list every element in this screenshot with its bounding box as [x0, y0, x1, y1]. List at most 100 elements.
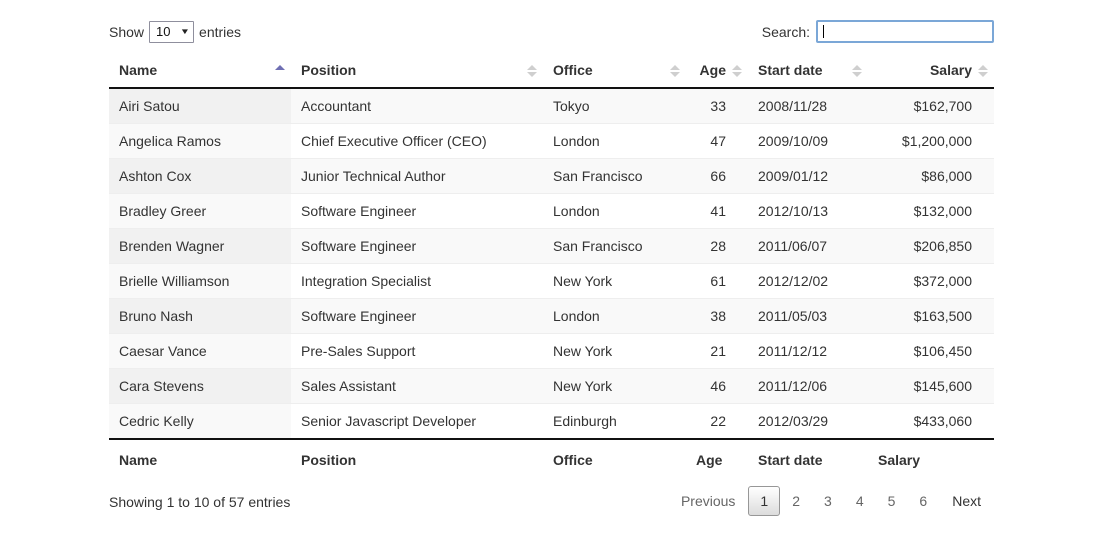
cell-name: Bruno Nash — [109, 299, 291, 334]
cell-position: Sales Assistant — [291, 369, 543, 404]
search-control: Search: — [762, 20, 994, 43]
table-row: Cedric KellySenior Javascript DeveloperE… — [109, 404, 994, 440]
column-header-age[interactable]: Age — [686, 54, 748, 88]
pagination: Previous 123456 Next — [668, 486, 994, 516]
column-header-salary-label: Salary — [930, 62, 972, 78]
cell-name: Brielle Williamson — [109, 264, 291, 299]
cell-start-date: 2012/03/29 — [748, 404, 868, 440]
cell-position: Software Engineer — [291, 194, 543, 229]
table-body: Airi SatouAccountantTokyo332008/11/28$16… — [109, 88, 994, 439]
column-header-age-label: Age — [700, 62, 726, 78]
cell-office: London — [543, 124, 686, 159]
footer-row: Name Position Office Age Start date Sala… — [109, 439, 994, 478]
pagination-page-4[interactable]: 4 — [844, 486, 876, 516]
cell-start-date: 2009/01/12 — [748, 159, 868, 194]
pagination-page-3[interactable]: 3 — [812, 486, 844, 516]
employees-table: Name Position Office Age — [109, 54, 994, 478]
cell-position: Software Engineer — [291, 299, 543, 334]
search-label: Search: — [762, 24, 810, 40]
page-length-select[interactable]: 10 ▼ — [149, 21, 194, 43]
cell-position: Chief Executive Officer (CEO) — [291, 124, 543, 159]
table-row: Brielle WilliamsonIntegration Specialist… — [109, 264, 994, 299]
chevron-down-icon: ▼ — [180, 28, 190, 36]
page-length-control: Show 10 ▼ entries — [109, 21, 241, 43]
cell-salary: $206,850 — [868, 229, 994, 264]
cell-name: Cara Stevens — [109, 369, 291, 404]
cell-start-date: 2008/11/28 — [748, 88, 868, 124]
cell-office: San Francisco — [543, 159, 686, 194]
cell-position: Pre-Sales Support — [291, 334, 543, 369]
pagination-next[interactable]: Next — [939, 486, 994, 516]
sort-none-icon — [978, 65, 988, 77]
cell-name: Caesar Vance — [109, 334, 291, 369]
cell-name: Cedric Kelly — [109, 404, 291, 440]
cell-office: New York — [543, 334, 686, 369]
cell-position: Senior Javascript Developer — [291, 404, 543, 440]
cell-salary: $86,000 — [868, 159, 994, 194]
table-row: Ashton CoxJunior Technical AuthorSan Fra… — [109, 159, 994, 194]
datatable-wrapper: Show 10 ▼ entries Search: — [109, 18, 994, 526]
table-head: Name Position Office Age — [109, 54, 994, 88]
table-row: Caesar VancePre-Sales SupportNew York212… — [109, 334, 994, 369]
cell-position: Junior Technical Author — [291, 159, 543, 194]
pagination-page-1[interactable]: 1 — [748, 486, 780, 516]
column-header-name[interactable]: Name — [109, 54, 291, 88]
column-header-office-label: Office — [553, 62, 593, 78]
pagination-page-2[interactable]: 2 — [780, 486, 812, 516]
page-length-value: 10 — [156, 22, 170, 42]
cell-start-date: 2012/12/02 — [748, 264, 868, 299]
cell-salary: $1,200,000 — [868, 124, 994, 159]
cell-office: San Francisco — [543, 229, 686, 264]
sort-none-icon — [527, 65, 537, 77]
cell-age: 61 — [686, 264, 748, 299]
cell-office: London — [543, 299, 686, 334]
cell-start-date: 2011/12/12 — [748, 334, 868, 369]
datatable-footer: Showing 1 to 10 of 57 entries Previous 1… — [109, 486, 994, 526]
search-input[interactable] — [816, 20, 994, 43]
datatable-page: Show 10 ▼ entries Search: — [0, 0, 1103, 554]
column-header-office[interactable]: Office — [543, 54, 686, 88]
cell-age: 38 — [686, 299, 748, 334]
column-header-start-date[interactable]: Start date — [748, 54, 868, 88]
cell-start-date: 2009/10/09 — [748, 124, 868, 159]
cell-salary: $106,450 — [868, 334, 994, 369]
pagination-previous[interactable]: Previous — [668, 486, 748, 516]
cell-salary: $132,000 — [868, 194, 994, 229]
cell-age: 46 — [686, 369, 748, 404]
cell-age: 28 — [686, 229, 748, 264]
column-header-position[interactable]: Position — [291, 54, 543, 88]
cell-age: 41 — [686, 194, 748, 229]
cell-age: 22 — [686, 404, 748, 440]
cell-salary: $163,500 — [868, 299, 994, 334]
cell-office: New York — [543, 264, 686, 299]
table-foot: Name Position Office Age Start date Sala… — [109, 439, 994, 478]
text-caret — [823, 25, 824, 38]
cell-position: Accountant — [291, 88, 543, 124]
cell-age: 66 — [686, 159, 748, 194]
sort-none-icon — [670, 65, 680, 77]
cell-office: London — [543, 194, 686, 229]
footer-cell-office: Office — [543, 439, 686, 478]
pagination-numbers: 123456 — [748, 486, 939, 516]
column-header-salary[interactable]: Salary — [868, 54, 994, 88]
pagination-page-6[interactable]: 6 — [907, 486, 939, 516]
cell-start-date: 2011/12/06 — [748, 369, 868, 404]
cell-name: Brenden Wagner — [109, 229, 291, 264]
page-length-label: Show 10 ▼ entries — [109, 21, 241, 43]
cell-name: Angelica Ramos — [109, 124, 291, 159]
cell-salary: $372,000 — [868, 264, 994, 299]
cell-office: Tokyo — [543, 88, 686, 124]
sort-none-icon — [852, 65, 862, 77]
cell-salary: $145,600 — [868, 369, 994, 404]
cell-salary: $162,700 — [868, 88, 994, 124]
pagination-page-5[interactable]: 5 — [876, 486, 908, 516]
table-row: Airi SatouAccountantTokyo332008/11/28$16… — [109, 88, 994, 124]
footer-cell-position: Position — [291, 439, 543, 478]
search-label-wrap: Search: — [762, 20, 994, 43]
sort-none-icon — [732, 65, 742, 77]
cell-name: Ashton Cox — [109, 159, 291, 194]
table-row: Brenden WagnerSoftware EngineerSan Franc… — [109, 229, 994, 264]
sort-ascending-icon — [275, 65, 285, 77]
cell-salary: $433,060 — [868, 404, 994, 440]
table-row: Angelica RamosChief Executive Officer (C… — [109, 124, 994, 159]
